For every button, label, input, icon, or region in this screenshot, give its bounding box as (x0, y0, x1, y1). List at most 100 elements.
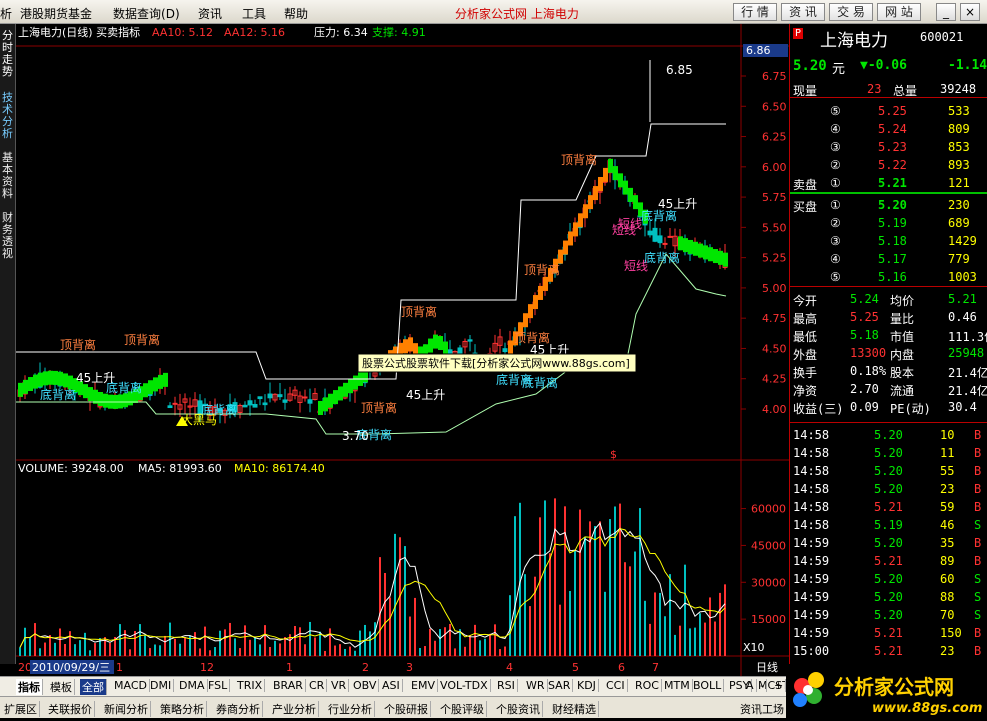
info-tab[interactable]: 新闻分析 (102, 701, 151, 717)
indicator-tab-mtm[interactable]: MTM (662, 679, 693, 692)
chart-title: 上海电力(日线) 买卖指标 (18, 25, 140, 39)
indicator-nav-button[interactable]: - (758, 679, 767, 692)
signal-band (563, 240, 568, 255)
signal-band (318, 401, 323, 415)
volume-bar (354, 650, 356, 656)
indicator-tab-roc[interactable]: ROC (633, 679, 662, 692)
signal-band (543, 276, 548, 291)
period-label[interactable]: 日线 (756, 660, 778, 674)
quote-panel: P 上海电力 600021 5.20 元 ▼-0.06 -1.14 现量 23 … (789, 24, 987, 664)
indicator-tab-macd[interactable]: MACD (112, 679, 150, 692)
indicator-tab-dma[interactable]: DMA (177, 679, 208, 692)
info-tab[interactable]: 券商分析 (214, 701, 263, 717)
signal-band (623, 180, 628, 195)
tab-financials[interactable]: 财务透视 (0, 212, 15, 260)
minimize-icon[interactable]: _ (936, 3, 956, 21)
volume-bar (719, 592, 721, 656)
indicator-tab-asi[interactable]: ASI (380, 679, 403, 692)
volume-bar (259, 644, 261, 656)
indicator-tab-模板[interactable]: 模板 (48, 679, 75, 695)
indicator-tab-emv[interactable]: EMV (409, 679, 438, 692)
info-tab[interactable]: 策略分析 (158, 701, 207, 717)
stats-row: 换手 0.18% 股本 21.4亿 (790, 362, 987, 380)
volume-bar (74, 644, 76, 656)
info-tab[interactable]: 关联报价 (46, 701, 95, 717)
indicator-tab-obv[interactable]: OBV (351, 679, 380, 692)
indicator-nav-button[interactable]: + (772, 679, 787, 692)
volume-bar (384, 572, 386, 656)
info-tab[interactable]: 财经精选 (550, 701, 599, 717)
price-change-pct: -1.14 (948, 58, 987, 73)
indicator-tab-cci[interactable]: CCI (604, 679, 628, 692)
sell-volume: 853 (948, 140, 970, 154)
info-tab[interactable]: 个股资讯 (494, 701, 543, 717)
indicator-tab-brar[interactable]: BRAR (271, 679, 306, 692)
menu-item-analysis[interactable]: 析 (0, 5, 12, 22)
signal-annotation: 顶背离 (561, 152, 597, 167)
buy-price: 5.17 (878, 252, 907, 266)
indicator-tab-dmi[interactable]: DMI (148, 679, 175, 692)
indicator-tab-vol-tdx[interactable]: VOL-TDX (438, 679, 491, 692)
indicator-tab-rsi[interactable]: RSI (495, 679, 518, 692)
indicator-tab-全部[interactable]: 全部 (80, 679, 107, 695)
kline-chart[interactable]: 顶背离底背离顶背离45上升底背离大黑马底背离底背离顶背离45上升顶背离45上升顶… (16, 24, 789, 676)
indicator-tab-kdj[interactable]: KDJ (575, 679, 599, 692)
info-workshop-tab[interactable]: 资讯工场 (738, 701, 787, 717)
indicator-tab-sar[interactable]: SAR (546, 679, 574, 692)
indicator-tab-trix[interactable]: TRIX (235, 679, 266, 692)
signal-band (83, 384, 88, 399)
indicator-tab-wr[interactable]: WR (524, 679, 548, 692)
close-icon[interactable]: × (960, 3, 980, 21)
info-tab[interactable]: 行业分析 (326, 701, 375, 717)
indicator-tab-boll[interactable]: BOLL (691, 679, 725, 692)
info-tab[interactable]: 扩展区 (2, 701, 40, 717)
menu-item-news[interactable]: 资讯 (198, 5, 222, 22)
volume-bar (659, 592, 661, 656)
tick-time: 14:59 (793, 590, 830, 604)
volume-bar (409, 616, 411, 656)
indicator-tab-cr[interactable]: CR (307, 679, 328, 692)
signal-band (163, 372, 168, 387)
tick-volume: 55 (940, 464, 955, 478)
signal-band (713, 249, 718, 264)
price-tick-label: 6.50 (762, 100, 787, 113)
price-axis-top: 6.86 (746, 44, 771, 57)
price-tick-label: 5.75 (762, 191, 787, 204)
volume-bar (499, 649, 501, 656)
stats-row: 收益(三) 0.09 PE(动) 30.4 (790, 398, 987, 416)
info-tab[interactable]: 个股评级 (438, 701, 487, 717)
volume-bar (614, 506, 616, 656)
volume-bar (469, 635, 471, 656)
signal-band (143, 383, 148, 398)
tab-intraday[interactable]: 分时走势 (0, 30, 15, 78)
menu-item-tools[interactable]: 工具 (242, 5, 266, 22)
tab-fundamentals[interactable]: 基本资料 (0, 152, 15, 200)
info-tab[interactable]: 个股研报 (382, 701, 431, 717)
signal-band (158, 374, 163, 389)
info-tab[interactable]: 产业分析 (270, 701, 319, 717)
stock-code: 600021 (920, 30, 964, 44)
indicator-tab-fsl[interactable]: FSL (206, 679, 231, 692)
sell-label: 卖盘 (793, 178, 818, 192)
news-button[interactable]: 资 讯 (781, 3, 825, 21)
menu-item-help[interactable]: 帮助 (284, 5, 308, 22)
p-icon[interactable]: P (793, 28, 804, 39)
website-button[interactable]: 网 站 (877, 3, 921, 21)
indicator-tab-指标[interactable]: 指标 (16, 679, 43, 695)
indicator-tab-vr[interactable]: VR (329, 679, 350, 692)
divider-stats (790, 286, 987, 287)
sell-volume: 893 (948, 158, 970, 172)
indicator-nav-button[interactable]: A (744, 679, 757, 692)
tick-side: B (974, 428, 982, 442)
sell-volume: 809 (948, 122, 970, 136)
signal-band (603, 167, 608, 182)
menu-item-data-query[interactable]: 数据查询(D) (113, 5, 180, 22)
tab-technical[interactable]: 技术分析 (0, 92, 15, 140)
total-label: 总量 (893, 84, 918, 98)
market-button[interactable]: 行 情 (733, 3, 777, 21)
trade-button[interactable]: 交 易 (829, 3, 873, 21)
menu-item-hk-futures[interactable]: 港股期货基金 (20, 5, 92, 22)
signal-band (23, 379, 28, 394)
promo-popup-text: 股票公式股票软件下载[分析家公式网www.88gs.com] (362, 356, 630, 370)
volume-bar (544, 500, 546, 656)
